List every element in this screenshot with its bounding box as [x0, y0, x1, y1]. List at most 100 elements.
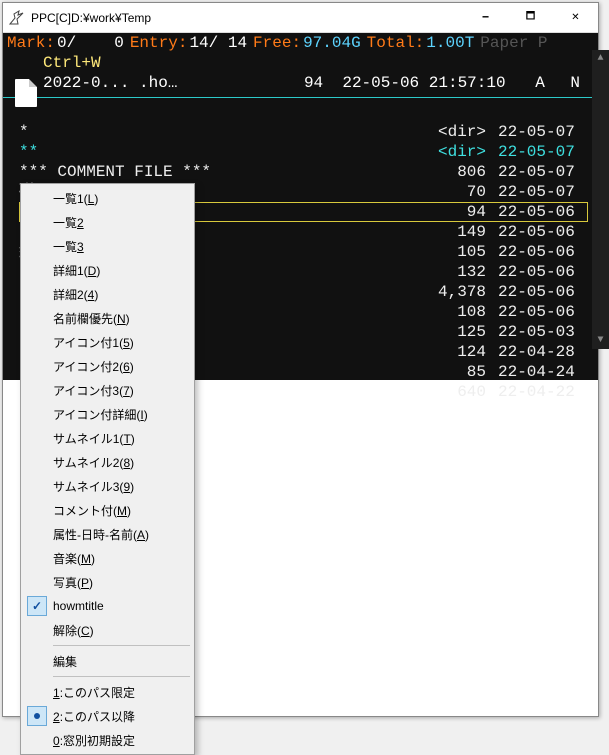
- check-icon: [27, 596, 47, 616]
- menu-item[interactable]: 名前欄優先(N): [23, 306, 192, 330]
- file-date: 22-05-06: [498, 262, 588, 282]
- file-name: *** COMMENT FILE ***: [19, 162, 414, 182]
- status-line: Mark: 0/ 0 Entry: 14/ 14 Free: 97.04G To…: [3, 33, 598, 53]
- menu-item[interactable]: 一覧2: [23, 210, 192, 234]
- current-file-line: Ctrl+W: [3, 53, 598, 73]
- file-date: 22-05-07: [498, 182, 588, 202]
- menu-label: 一覧3: [53, 238, 84, 255]
- menu-label: サムネイル1(T): [53, 430, 135, 447]
- file-name: **: [19, 142, 414, 162]
- vertical-scrollbar[interactable]: ▲ ▼: [592, 50, 609, 349]
- mark-label: Mark:: [7, 33, 55, 53]
- menu-label: アイコン付詳細(I): [53, 406, 148, 423]
- menu-label: 0:窓別初期設定: [53, 732, 135, 749]
- file-size: 4,378: [414, 282, 498, 302]
- file-date: 22-05-06: [498, 202, 588, 222]
- menu-item[interactable]: howmtitle: [23, 594, 192, 618]
- paper-label: Paper P: [480, 33, 547, 53]
- file-size: 149: [414, 222, 498, 242]
- close-button[interactable]: ✕: [553, 3, 598, 32]
- menu-item[interactable]: 一覧1(L): [23, 186, 192, 210]
- menu-item[interactable]: アイコン付2(6): [23, 354, 192, 378]
- menu-item[interactable]: アイコン付3(7): [23, 378, 192, 402]
- menu-item[interactable]: 一覧3: [23, 234, 192, 258]
- file-date: 22-05-07: [498, 122, 588, 142]
- total-label: Total:: [367, 33, 425, 53]
- menu-item[interactable]: サムネイル2(8): [23, 450, 192, 474]
- file-date: 22-05-07: [498, 142, 588, 162]
- menu-item[interactable]: 音楽(M): [23, 546, 192, 570]
- menu-label: アイコン付3(7): [53, 382, 134, 399]
- scroll-up-icon[interactable]: ▲: [592, 50, 609, 67]
- file-size: 132: [414, 262, 498, 282]
- mark-value: 0/: [55, 33, 82, 53]
- menu-label: 一覧2: [53, 214, 84, 231]
- menu-label: コメント付(M): [53, 502, 131, 519]
- menu-label: 編集: [53, 653, 77, 670]
- app-icon: [9, 10, 25, 26]
- entry-label: Entry:: [130, 33, 188, 53]
- menu-label: アイコン付2(6): [53, 358, 134, 375]
- menu-label: サムネイル3(9): [53, 478, 134, 495]
- info-size: 94: [304, 74, 323, 92]
- menu-item[interactable]: 解除(C): [23, 618, 192, 642]
- menu-separator: [53, 645, 190, 646]
- file-name: *: [19, 122, 414, 142]
- menu-item[interactable]: サムネイル3(9): [23, 474, 192, 498]
- file-size: 94: [414, 202, 498, 222]
- file-date: 22-05-06: [498, 242, 588, 262]
- file-date: 22-05-06: [498, 302, 588, 322]
- menu-item[interactable]: サムネイル1(T): [23, 426, 192, 450]
- menu-item[interactable]: 詳細1(D): [23, 258, 192, 282]
- free-value: 97.04G: [301, 33, 367, 53]
- file-size: 70: [414, 182, 498, 202]
- file-size: 85: [414, 362, 498, 382]
- menu-item[interactable]: 詳細2(4): [23, 282, 192, 306]
- info-name: 2022-0... .ho…: [43, 73, 177, 93]
- file-date: 22-05-06: [498, 222, 588, 242]
- menu-item[interactable]: 写真(P): [23, 570, 192, 594]
- menu-item[interactable]: アイコン付1(5): [23, 330, 192, 354]
- menu-item[interactable]: コメント付(M): [23, 498, 192, 522]
- menu-label: 2:このパス以降: [53, 708, 135, 725]
- menu-label: 名前欄優先(N): [53, 310, 130, 327]
- file-date: 22-05-07: [498, 162, 588, 182]
- file-icon: [15, 79, 37, 107]
- total-value: 1.00T: [424, 33, 480, 53]
- scroll-down-icon[interactable]: ▼: [592, 332, 609, 349]
- menu-item[interactable]: 編集: [23, 649, 192, 673]
- menu-label: 属性-日時-名前(A): [53, 526, 149, 543]
- free-label: Free:: [253, 33, 301, 53]
- file-size: 806: [414, 162, 498, 182]
- menu-label: howmtitle: [53, 599, 104, 613]
- maximize-button[interactable]: 🗖: [508, 3, 553, 32]
- file-date: 22-04-22: [498, 382, 588, 402]
- file-row[interactable]: *<dir>22-05-07: [19, 122, 588, 142]
- window-title: PPC[C]D:¥work¥Temp: [31, 11, 463, 25]
- file-row[interactable]: **<dir>22-05-07: [19, 142, 588, 162]
- minimize-button[interactable]: 🗕: [463, 3, 508, 32]
- menu-item[interactable]: 1:このパス限定: [23, 680, 192, 704]
- menu-item[interactable]: アイコン付詳細(I): [23, 402, 192, 426]
- context-menu[interactable]: 一覧1(L) 一覧2 一覧3 詳細1(D) 詳細2(4) 名前欄優先(N) アイコン付1(5…: [20, 183, 195, 755]
- menu-item[interactable]: 属性-日時-名前(A): [23, 522, 192, 546]
- info-datetime: 22-05-06 21:57:10: [342, 74, 505, 92]
- titlebar[interactable]: PPC[C]D:¥work¥Temp 🗕 🗖 ✕: [3, 3, 598, 33]
- menu-label: 一覧1(L): [53, 190, 98, 207]
- menu-label: 写真(P): [53, 574, 93, 591]
- menu-item[interactable]: 0:窓別初期設定: [23, 728, 192, 752]
- file-size: <dir>: [414, 142, 498, 162]
- menu-label: 音楽(M): [53, 550, 95, 567]
- file-size: <dir>: [414, 122, 498, 142]
- panel-divider: [3, 97, 598, 98]
- menu-label: 詳細2(4): [53, 286, 98, 303]
- menu-label: サムネイル2(8): [53, 454, 134, 471]
- file-date: 22-04-28: [498, 342, 588, 362]
- menu-label: 詳細1(D): [53, 262, 100, 279]
- file-row[interactable]: *** COMMENT FILE ***80622-05-07: [19, 162, 588, 182]
- menu-label: 1:このパス限定: [53, 684, 135, 701]
- menu-item[interactable]: 2:このパス以降: [23, 704, 192, 728]
- file-date: 22-04-24: [498, 362, 588, 382]
- file-size: 125: [414, 322, 498, 342]
- info-attrs: A N: [535, 74, 588, 92]
